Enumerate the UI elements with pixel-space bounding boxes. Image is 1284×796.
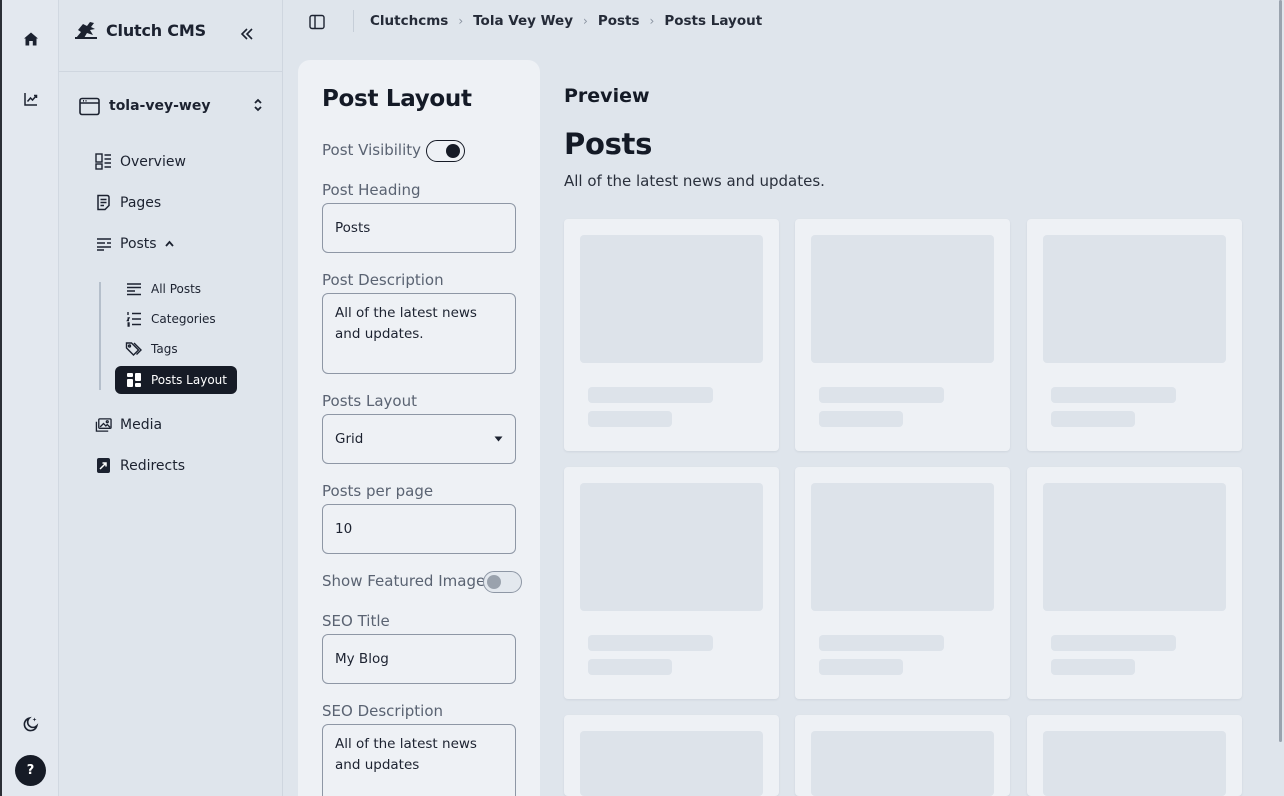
seo-description-value: All of the latest news and updates: [335, 736, 477, 773]
preview-heading: Preview: [564, 85, 650, 107]
icon-rail: ?: [0, 0, 59, 796]
seo-title-value: My Blog: [335, 651, 389, 667]
post-card-skeleton: [1027, 219, 1242, 451]
breadcrumb-current: Posts Layout: [664, 13, 763, 29]
seo-title-input[interactable]: My Blog: [322, 634, 516, 684]
post-card-skeleton: [795, 715, 1010, 796]
chevron-up-icon: [164, 240, 174, 247]
sidebar-toggle-icon[interactable]: [309, 14, 327, 32]
show-featured-image-toggle[interactable]: [483, 571, 522, 593]
sidebar-item-redirects[interactable]: Redirects: [95, 457, 185, 474]
toggle-knob: [446, 144, 460, 158]
post-description-label: Post Description: [322, 271, 444, 289]
preview-description: All of the latest news and updates.: [564, 172, 825, 190]
sidebar-item-posts[interactable]: Posts: [95, 235, 174, 252]
posts-layout-label: Posts Layout: [322, 392, 417, 410]
toggle-knob: [487, 575, 501, 589]
chevron-right-icon: ›: [583, 14, 588, 28]
form-title: Post Layout: [322, 86, 472, 112]
brand-name: Clutch CMS: [106, 20, 206, 40]
brand[interactable]: Clutch CMS: [74, 20, 206, 40]
post-heading-input[interactable]: Posts: [322, 203, 516, 253]
sidebar-item-posts-layout[interactable]: Posts Layout: [115, 366, 237, 394]
moon-icon[interactable]: [18, 710, 44, 736]
help-label: ?: [26, 763, 35, 778]
seo-description-label: SEO Description: [322, 702, 444, 720]
post-description-textarea[interactable]: All of the latest news and updates.: [322, 293, 516, 374]
help-button[interactable]: ?: [15, 755, 46, 786]
collapse-sidebar-icon[interactable]: [236, 23, 258, 45]
sidebar-item-media[interactable]: Media: [95, 416, 162, 433]
sidebar-item-label: Media: [120, 416, 163, 433]
sidebar-item-label: Redirects: [120, 457, 186, 474]
posts-submenu-line: [99, 282, 101, 390]
sidebar-item-tags[interactable]: Tags: [125, 340, 178, 358]
post-card-skeleton: [795, 219, 1010, 451]
breadcrumb: Clutchcms › Tola Vey Wey › Posts › Posts…: [370, 13, 762, 29]
chevron-up-down-icon: [254, 98, 262, 112]
sidebar-item-label: Pages: [120, 194, 162, 211]
dashboard-icon: [95, 153, 112, 170]
post-card-skeleton: [564, 467, 779, 699]
posts-per-page-value: 10: [335, 521, 353, 537]
post-visibility-label: Post Visibility: [322, 141, 422, 159]
post-card-skeleton: [795, 467, 1010, 699]
sidebar-item-label: Posts: [120, 235, 157, 252]
topbar-divider: [353, 10, 354, 32]
sidebar: Clutch CMS tola-vey-wey Overview Pages P…: [59, 0, 283, 796]
site-switcher[interactable]: tola-vey-wey: [79, 92, 263, 120]
post-description-value: All of the latest news and updates.: [335, 305, 477, 342]
chevron-right-icon: ›: [458, 14, 464, 28]
posts-layout-value: Grid: [335, 431, 364, 447]
seo-description-textarea[interactable]: All of the latest news and updates: [322, 724, 516, 796]
posts-per-page-input[interactable]: 10: [322, 504, 516, 554]
posts-per-page-label: Posts per page: [322, 482, 434, 500]
sidebar-subitem-label: Posts Layout: [151, 373, 227, 387]
preview-title: Posts: [564, 127, 653, 161]
numbered-list-icon: [125, 310, 143, 328]
list-icon: [125, 280, 143, 298]
post-layout-form: Post Layout Post Visibility Post Heading…: [298, 60, 540, 796]
sidebar-item-all-posts[interactable]: All Posts: [125, 280, 201, 298]
breadcrumb-item[interactable]: Clutchcms: [370, 13, 448, 29]
post-card-skeleton: [1027, 467, 1242, 699]
breadcrumb-item[interactable]: Tola Vey Wey: [473, 13, 573, 29]
sidebar-subitem-label: Categories: [151, 312, 216, 326]
media-icon: [95, 416, 112, 433]
post-card-skeleton: [564, 219, 779, 451]
sidebar-subitem-label: All Posts: [151, 282, 202, 296]
sidebar-subitem-label: Tags: [151, 342, 178, 356]
post-visibility-toggle[interactable]: [426, 140, 465, 162]
sidebar-divider: [59, 71, 283, 72]
sidebar-item-pages[interactable]: Pages: [95, 194, 161, 211]
browser-window-icon: [79, 97, 100, 115]
caret-down-icon: [494, 436, 503, 442]
redirect-icon: [95, 457, 112, 474]
post-card-skeleton: [1027, 715, 1242, 796]
show-featured-image-label: Show Featured Image: [322, 572, 486, 590]
clutch-logo-icon: [75, 22, 97, 39]
seo-title-label: SEO Title: [322, 612, 390, 630]
page-scrollbar[interactable]: [1279, 0, 1282, 742]
site-name: tola-vey-wey: [109, 98, 211, 114]
post-heading-label: Post Heading: [322, 181, 421, 199]
tag-icon: [125, 340, 143, 358]
sidebar-item-overview[interactable]: Overview: [95, 153, 186, 170]
top-bar: Clutchcms › Tola Vey Wey › Posts › Posts…: [283, 0, 1284, 44]
post-heading-value: Posts: [335, 220, 371, 236]
posts-icon: [95, 235, 112, 252]
post-card-skeleton: [564, 715, 779, 796]
sidebar-item-label: Overview: [120, 153, 186, 170]
chart-line-icon[interactable]: [18, 86, 44, 112]
home-icon[interactable]: [18, 26, 44, 52]
sidebar-item-categories[interactable]: Categories: [125, 310, 216, 328]
breadcrumb-item[interactable]: Posts: [598, 13, 640, 29]
layout-icon: [125, 371, 143, 389]
chevron-right-icon: ›: [649, 14, 655, 28]
page-icon: [95, 194, 112, 211]
posts-layout-select[interactable]: Grid: [322, 414, 516, 464]
